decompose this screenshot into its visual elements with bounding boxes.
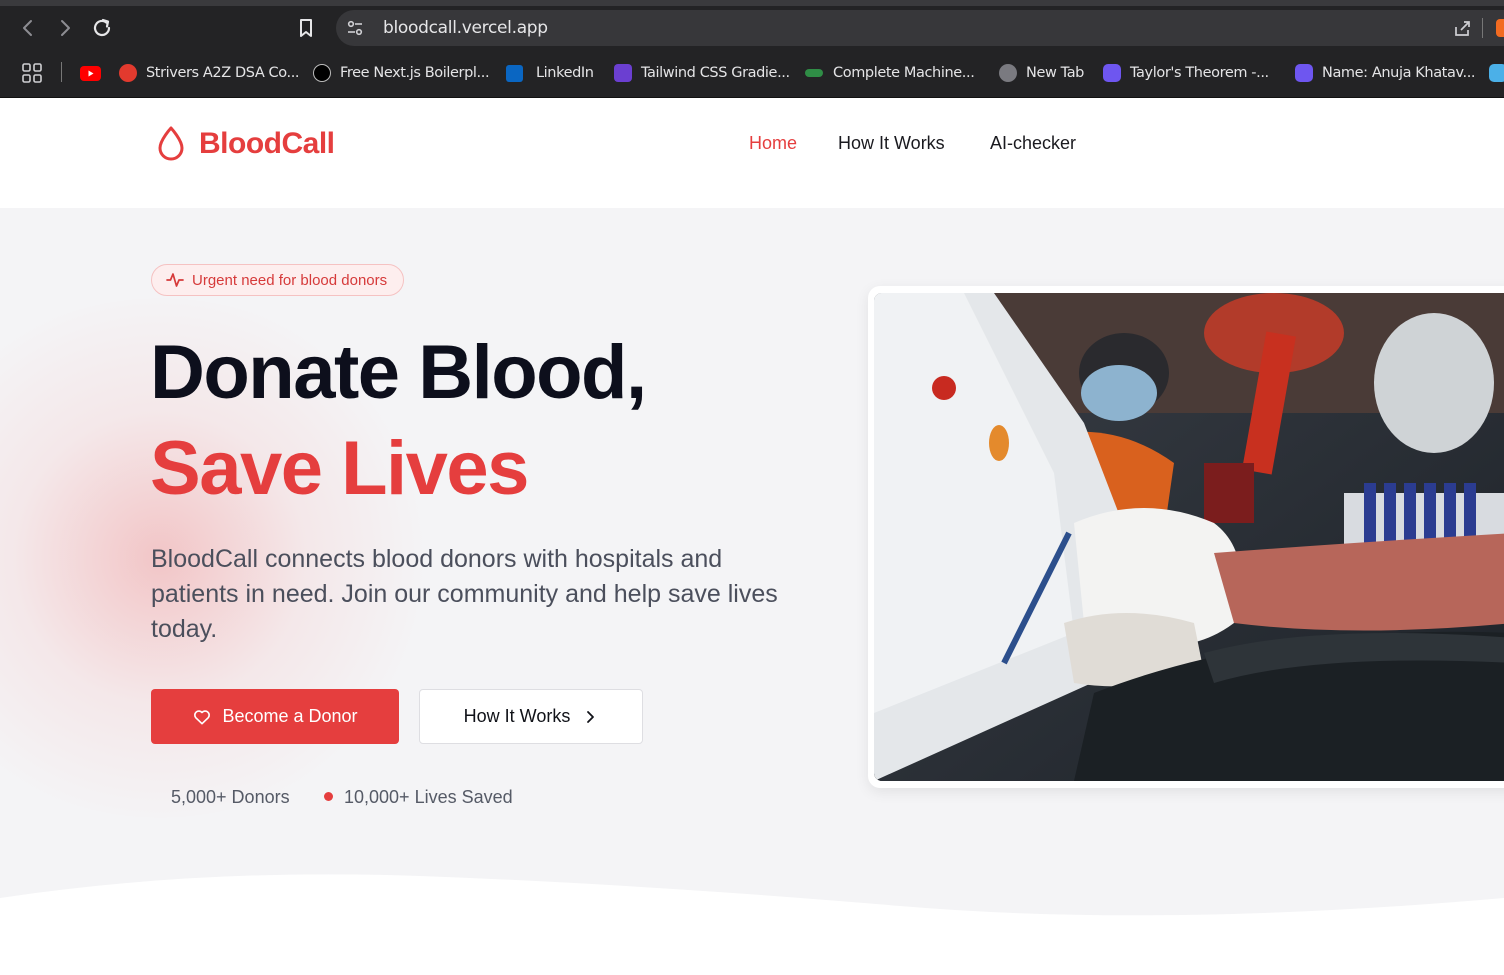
stat-donors: 5,000+ Donors [171, 787, 290, 807]
reload-icon [93, 18, 111, 37]
gfg-icon [805, 69, 823, 77]
app-icon [1103, 64, 1121, 82]
bookmark-label: Tailwind CSS Gradie... [641, 65, 790, 81]
how-it-works-button[interactable]: How It Works [419, 689, 643, 744]
bookmark-item[interactable]: Free Next.js Boilerpl... [313, 63, 490, 83]
share-icon[interactable] [1452, 18, 1472, 38]
toolbar-divider [1482, 18, 1483, 38]
bookmark-label: Strivers A2Z DSA Co... [146, 65, 300, 81]
bookmark-item[interactable]: Taylor's Theorem -... [1103, 63, 1269, 83]
bookmark-button[interactable] [294, 16, 318, 40]
brand-logo[interactable]: BloodCall [155, 125, 335, 163]
back-button[interactable] [16, 16, 40, 40]
blood-drop-icon [158, 126, 184, 161]
bookmark-item[interactable]: Strivers A2Z DSA Co... [119, 63, 300, 83]
hero-title-line2: Save Lives [150, 426, 529, 511]
section-wave-divider [0, 874, 1504, 975]
chevron-right-icon [61, 20, 70, 36]
bookmarks-bar: Strivers A2Z DSA Co... Free Next.js Boil… [0, 50, 1504, 98]
forward-button[interactable] [53, 16, 77, 40]
reload-button[interactable] [90, 16, 114, 40]
badge-text: Urgent need for blood donors [192, 271, 388, 289]
pulse-icon [166, 273, 184, 287]
bookmark-item[interactable]: New Tab [999, 63, 1084, 83]
bookmark-label: New Tab [1026, 65, 1084, 81]
how-it-works-label: How It Works [463, 706, 571, 726]
youtube-icon[interactable] [80, 66, 101, 81]
globe-icon [999, 64, 1017, 82]
chevron-left-icon [23, 20, 32, 36]
tuf-icon [119, 64, 137, 82]
become-donor-button[interactable]: Become a Donor [151, 689, 399, 744]
heart-icon [194, 709, 211, 724]
app-icon [1295, 64, 1313, 82]
stat-dot [324, 792, 333, 801]
chevron-right-icon [587, 710, 595, 723]
nav-home[interactable]: Home [749, 133, 797, 154]
browser-toolbar: bloodcall.vercel.app [0, 6, 1504, 50]
bookmark-label: Free Next.js Boilerpl... [340, 65, 490, 81]
nav-how-it-works[interactable]: How It Works [838, 133, 945, 154]
become-donor-label: Become a Donor [222, 706, 358, 726]
address-bar[interactable]: bloodcall.vercel.app [336, 10, 1504, 46]
linkedin-icon [506, 64, 523, 82]
bookmark-overflow-icon[interactable] [1489, 64, 1504, 82]
brave-shield-icon[interactable] [1496, 19, 1504, 37]
bookmarks-divider [61, 62, 62, 82]
nav-ai-checker[interactable]: AI-checker [990, 133, 1076, 154]
stat-lives-saved: 10,000+ Lives Saved [344, 787, 513, 807]
blood-donation-photo [874, 293, 1504, 781]
urgent-badge: Urgent need for blood donors [151, 264, 405, 296]
bookmark-item[interactable]: Name: Anuja Khatav... [1295, 63, 1476, 83]
bookmark-item[interactable]: LinkedIn [506, 63, 594, 83]
bookmark-item[interactable]: Tailwind CSS Gradie... [614, 63, 790, 83]
bookmark-label: Complete Machine... [833, 65, 975, 81]
bookmark-icon [300, 19, 312, 37]
site-settings-icon[interactable] [346, 19, 364, 37]
brand-name: BloodCall [199, 127, 335, 160]
bookmark-label: LinkedIn [536, 65, 594, 81]
nextjs-icon [313, 64, 331, 82]
hero-image [874, 293, 1504, 781]
page-viewport: BloodCall Home How It Works AI-checker U… [0, 98, 1504, 975]
bookmark-item[interactable]: Complete Machine... [805, 63, 975, 83]
url-text: bloodcall.vercel.app [383, 18, 548, 38]
bookmark-label: Name: Anuja Khatav... [1322, 65, 1476, 81]
hero-title-line1: Donate Blood, [150, 330, 647, 415]
hero-description: BloodCall connects blood donors with hos… [151, 545, 778, 643]
bookmark-label: Taylor's Theorem -... [1130, 65, 1269, 81]
apps-grid-icon[interactable] [21, 62, 43, 84]
gradient-icon [614, 64, 632, 82]
